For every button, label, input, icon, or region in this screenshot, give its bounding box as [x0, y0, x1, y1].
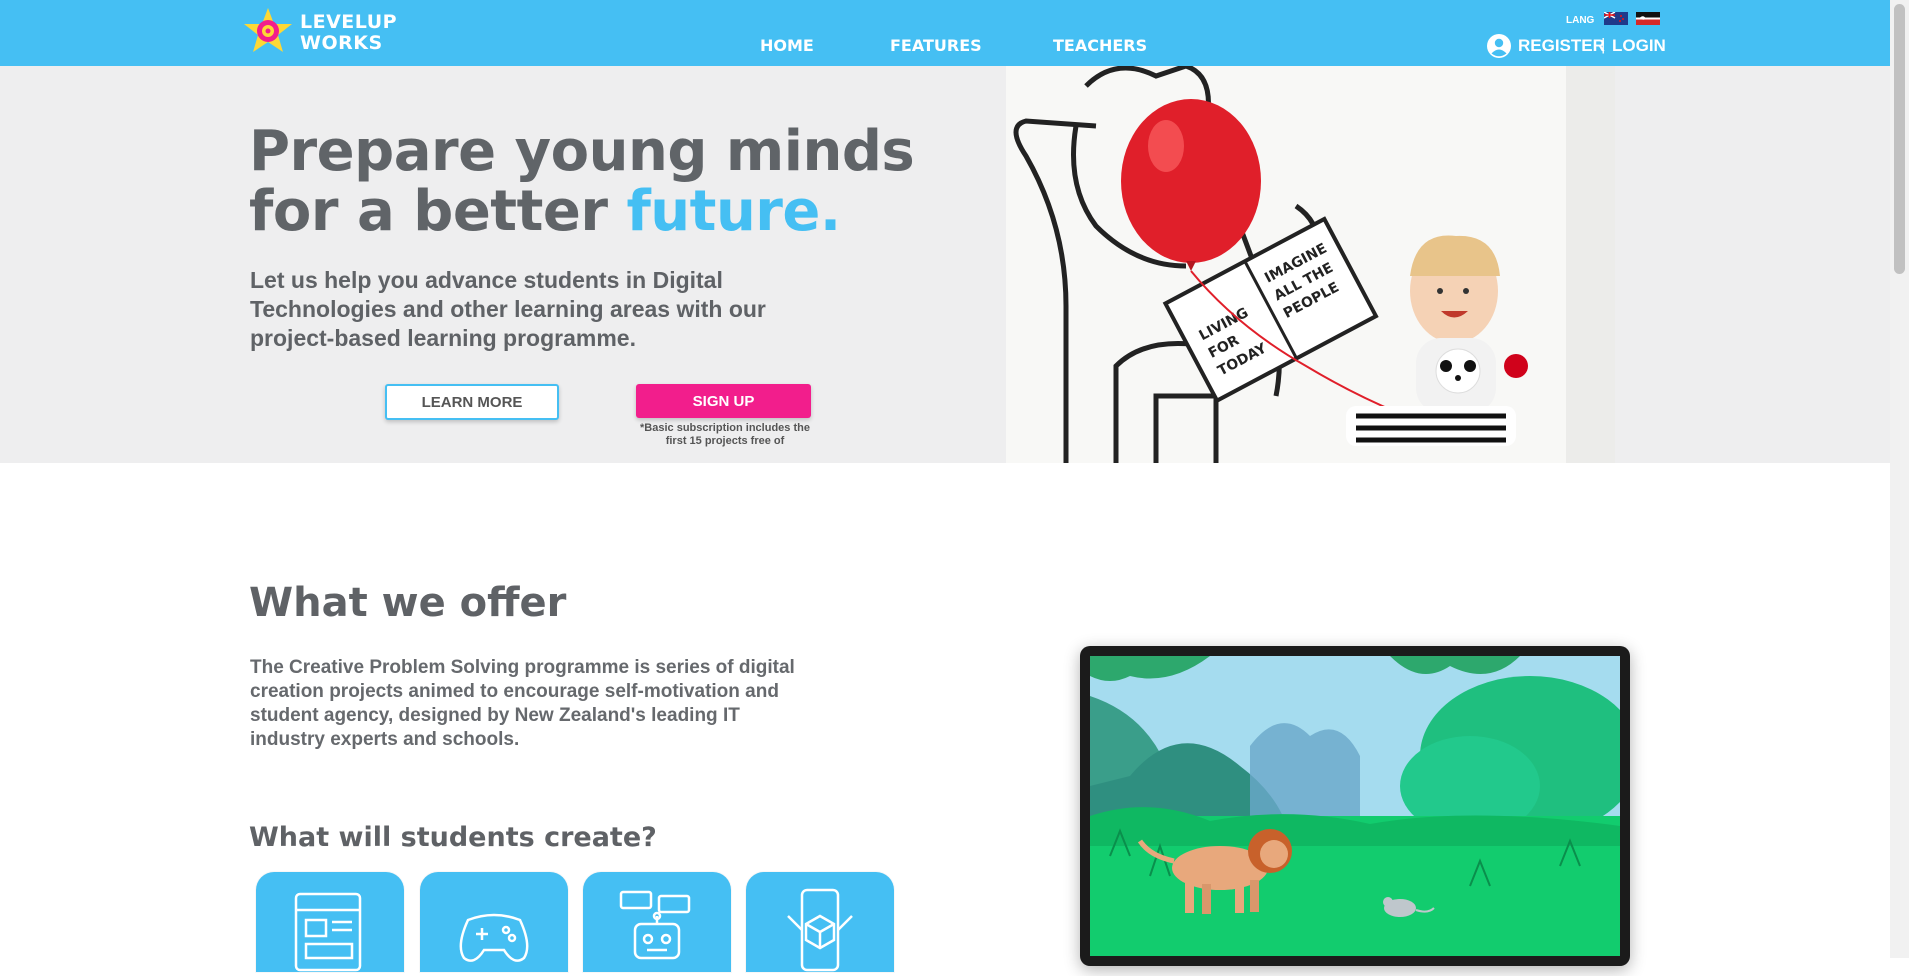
tile-website[interactable]: [256, 872, 404, 972]
nav-teachers[interactable]: TEACHERS: [1053, 36, 1147, 55]
logo-line-1: LEVELUP: [300, 11, 398, 33]
scrollbar-thumb[interactable]: [1894, 4, 1905, 274]
hero-title: Prepare young minds for a better future.: [249, 122, 949, 242]
tile-ar[interactable]: [746, 872, 894, 972]
hero-section: IMAGINE ALL THE PEOPLE LIVING FOR TODAY: [0, 66, 1890, 463]
sign-up-button[interactable]: SIGN UP: [636, 384, 811, 418]
jungle-scene: [1090, 656, 1620, 956]
tile-game[interactable]: [420, 872, 568, 972]
signup-note: *Basic subscription includes the first 1…: [640, 422, 810, 447]
page-scrollbar[interactable]: [1890, 0, 1909, 958]
tile-chatbot[interactable]: [583, 872, 731, 972]
user-icon: [1487, 34, 1511, 58]
augmented-reality-icon: [787, 888, 853, 972]
logo[interactable]: LEVELUP WORKS: [242, 6, 397, 58]
hero-image: IMAGINE ALL THE PEOPLE LIVING FOR TODAY: [1006, 66, 1615, 463]
top-nav: LEVELUP WORKS HOME FEATURES TEACHERS LAN…: [0, 0, 1890, 66]
lang-label: LANG: [1566, 15, 1595, 26]
learn-more-button[interactable]: LEARN MORE: [385, 384, 559, 420]
nav-features[interactable]: FEATURES: [890, 36, 982, 55]
nav-home[interactable]: HOME: [760, 36, 814, 55]
nz-flag-icon[interactable]: [1604, 12, 1628, 25]
create-title: What will students create?: [249, 822, 657, 853]
register-link[interactable]: REGISTER: [1518, 36, 1605, 56]
hero-subtitle: Let us help you advance students in Digi…: [250, 267, 766, 351]
laptop-preview: [1080, 646, 1630, 966]
hero-title-accent: future.: [626, 179, 841, 244]
hero-title-line-2-text: for a better: [249, 179, 627, 244]
animation-preview[interactable]: [1090, 656, 1620, 956]
hero-title-line-2: for a better future.: [249, 182, 949, 242]
hero-illustration: IMAGINE ALL THE PEOPLE LIVING FOR TODAY: [1006, 66, 1615, 463]
tino-rangatiratanga-flag-icon[interactable]: [1636, 12, 1660, 25]
star-logo-icon: [244, 8, 292, 52]
offer-text: The Creative Problem Solving programme i…: [250, 657, 795, 750]
chatbot-icon: [619, 890, 691, 960]
logo-line-2: WORKS: [300, 32, 383, 54]
offer-title: What we offer: [249, 580, 567, 626]
hero-title-line-1: Prepare young minds: [249, 119, 915, 184]
login-link[interactable]: LOGIN: [1612, 36, 1666, 56]
auth-separator: |: [1601, 35, 1606, 54]
logo-text: LEVELUP WORKS: [300, 12, 397, 54]
gamepad-icon: [459, 913, 529, 962]
website-icon: [294, 892, 362, 972]
